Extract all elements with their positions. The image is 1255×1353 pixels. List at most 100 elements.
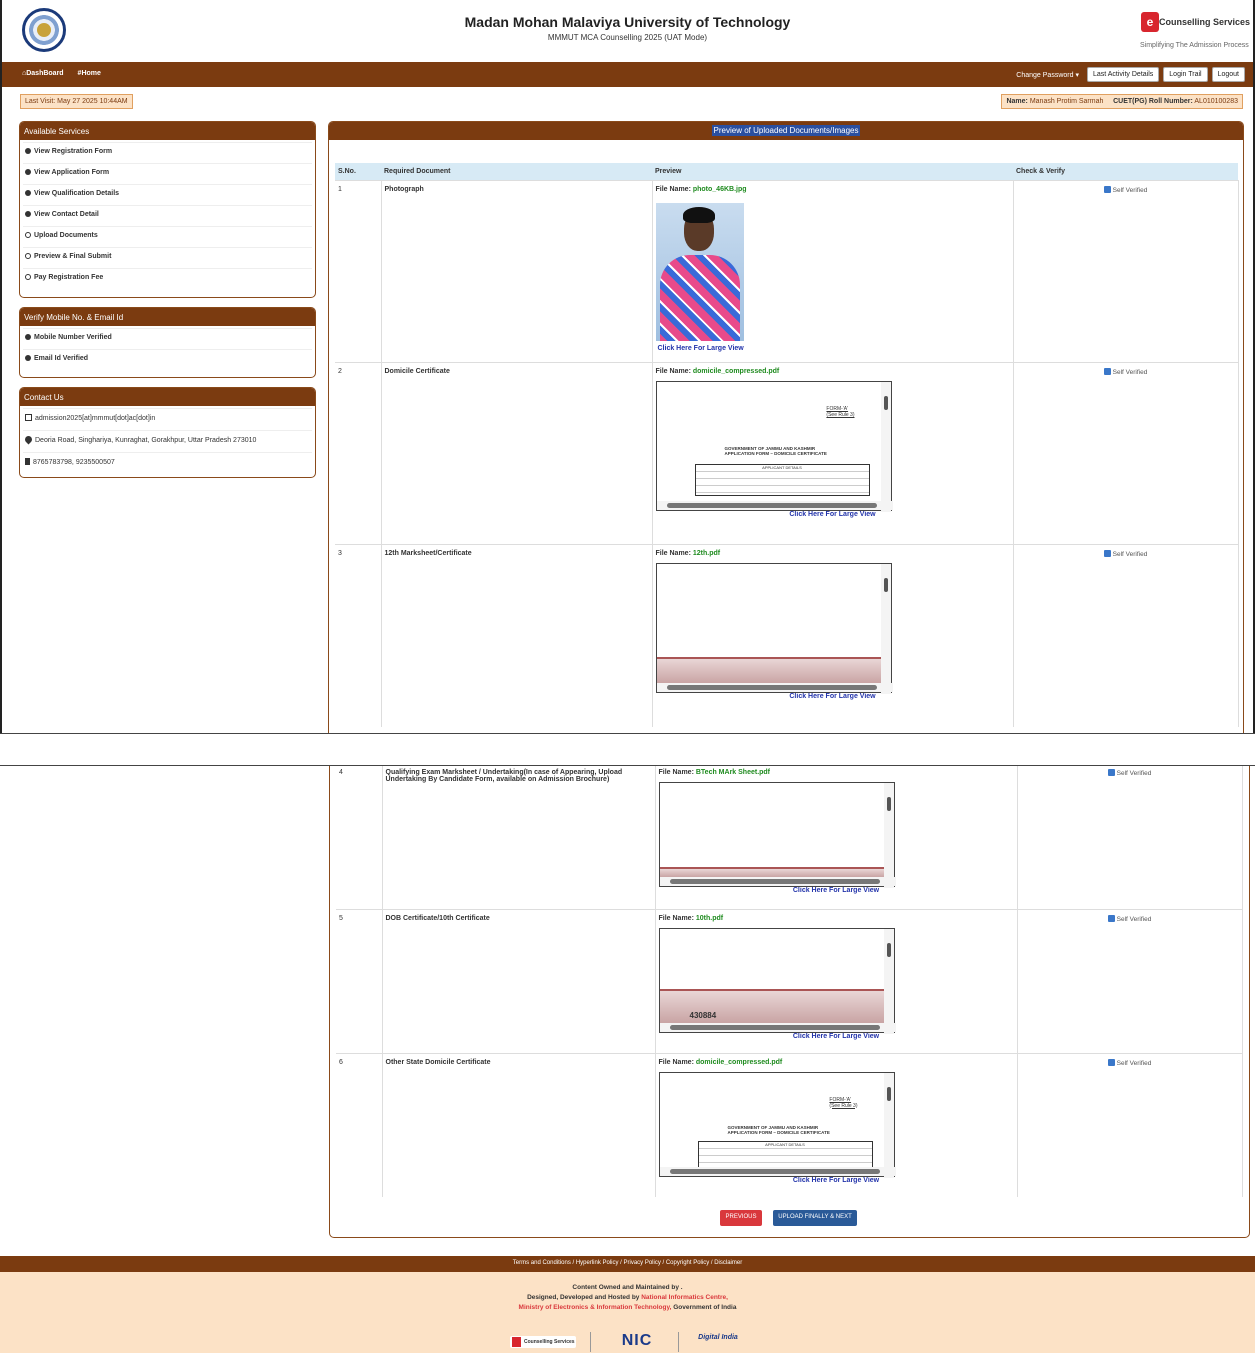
contact-panel: Contact Us admission2025[at]mmmut[dot]ac… [19,387,316,478]
self-verified-checkbox[interactable]: Self Verified [1017,186,1235,194]
service-view-contact[interactable]: View Contact Detail [23,205,312,224]
self-verified-label: Self Verified [1116,1059,1152,1067]
login-trail-button[interactable]: Login Trail [1163,67,1208,82]
university-title: Madan Mohan Malaviya University of Techn… [464,14,791,30]
self-verified-checkbox[interactable]: Self Verified [1021,769,1239,777]
footer-links[interactable]: Terms and Conditions / Hyperlink Policy … [0,1256,1255,1272]
col-preview: Preview [652,163,1013,181]
large-view-link[interactable]: Click Here For Large View [656,511,1010,518]
large-view-link[interactable]: Click Here For Large View [659,1033,1014,1040]
screenshot-top: Madan Mohan Malaviya University of Techn… [0,0,1255,734]
dashboard-link[interactable]: ⌂DashBoard [22,70,70,77]
pdf-form-title: GOVERNMENT OF JAMMU AND KASHMIR APPLICATI… [728,1125,830,1135]
large-view-link[interactable]: Click Here For Large View [659,1177,1014,1184]
self-verified-checkbox[interactable]: Self Verified [1017,550,1235,558]
row-preview: File Name: 12th.pdf Click Here For Large… [652,544,1014,727]
self-verified-checkbox[interactable]: Self Verified [1021,1058,1239,1067]
empty-circle-icon [25,232,31,238]
services-panel-title: Available Services [20,122,315,140]
pdf-see-rule: (See Rule 3) [826,412,855,418]
table-row: 1 Photograph File Name: photo_46KB.jpg C… [335,180,1239,363]
file-label: File Name: [658,769,694,776]
row-document: Domicile Certificate [381,362,653,545]
previous-button[interactable]: PREVIOUS [720,1210,762,1226]
available-services-panel: Available Services View Registration For… [19,121,316,298]
vertical-scrollbar[interactable] [880,564,891,694]
nic-link[interactable]: National Informatics Centre, [641,1294,728,1301]
vertical-scrollbar[interactable] [883,1072,894,1178]
site-header: Madan Mohan Malaviya University of Techn… [0,0,1255,62]
self-verified-checkbox[interactable]: Self Verified [1021,914,1239,923]
checkbox-checked-icon [1103,550,1111,557]
mobile-verified-item: Mobile Number Verified [23,328,312,347]
file-label: File Name: [655,186,691,193]
service-label: View Application Form [34,169,110,176]
horizontal-scrollbar[interactable] [659,877,896,886]
horizontal-scrollbar[interactable] [656,501,893,510]
vertical-scrollbar[interactable] [883,783,894,888]
counselling-footer-logo-text: Counselling Services [524,1339,575,1345]
nic-logo: NIC [621,1332,653,1349]
self-verified-label: Self Verified [1116,915,1152,923]
service-label: View Registration Form [34,148,113,155]
ministry-link[interactable]: Ministry of Electronics & Information Te… [519,1304,672,1311]
service-preview-submit[interactable]: Preview & Final Submit [23,247,312,266]
horizontal-scrollbar[interactable] [659,1022,896,1032]
row-sno: 6 [336,1052,383,1197]
last-activity-button[interactable]: Last Activity Details [1086,67,1160,82]
col-sno: S.No. [335,163,381,181]
row-preview: File Name: domicile_compressed.pdf FORM-… [652,362,1014,545]
pdf-viewer[interactable] [655,563,893,694]
vertical-scrollbar[interactable] [880,382,891,512]
service-upload-documents[interactable]: Upload Documents [23,226,312,245]
row-document: Photograph [381,180,653,363]
service-label: View Contact Detail [34,211,99,218]
service-view-registration[interactable]: View Registration Form [23,142,312,161]
pdf-see-rule: (See Rule 3) [829,1102,858,1109]
pdf-viewer[interactable]: FORM-'A' (See Rule 3) GOVERNMENT OF JAMMU… [655,381,893,512]
check-circle-icon [25,211,31,217]
file-label: File Name: [658,1058,694,1066]
table-row: 2 Domicile Certificate File Name: domici… [335,362,1239,545]
verify-label: Email Id Verified [34,355,89,362]
nav-right: Change Password ▾ Last Activity Details … [1016,67,1245,82]
pdf-viewer[interactable]: FORM-'A' (See Rule 3) GOVERNMENT OF JAMMU… [658,1071,896,1178]
self-verified-label: Self Verified [1112,369,1148,376]
upload-finally-next-button[interactable]: UPLOAD FINALLY & NEXT [773,1210,857,1226]
file-name: File Name: BTech MArk Sheet.pdf [659,769,1014,776]
large-view-link[interactable]: Click Here For Large View [656,693,1010,700]
horizontal-scrollbar[interactable] [656,683,893,692]
file-name-value: 10th.pdf [695,914,724,922]
pdf-viewer[interactable] [658,782,896,888]
horizontal-scrollbar[interactable] [659,1166,896,1176]
checkbox-checked-icon [1103,368,1111,375]
screenshot-gap [0,734,1255,765]
large-view-link[interactable]: Click Here For Large View [659,887,1014,894]
roll-number: AL010100283 [1194,98,1238,105]
footer-designed-prefix: Designed, Developed and Hosted by [527,1294,640,1301]
empty-circle-icon [25,274,31,280]
change-password-link[interactable]: Change Password ▾ [1016,71,1079,79]
counselling-logo-tagline: Simplifying The Admission Process [1140,42,1249,49]
pdf-applicant-details: APPLICANT DETAILS [698,1141,872,1147]
service-view-qualification[interactable]: View Qualification Details [23,184,312,203]
footer-goi: Government of India [673,1304,737,1311]
counselling-logo-icon: e [1141,12,1159,32]
counselling-services-logo: e Counselling Services Simplifying The A… [1137,12,1250,52]
row-document: 12th Marksheet/Certificate [381,544,653,727]
check-circle-icon [25,169,31,175]
large-view-link[interactable]: Click Here For Large View [656,345,1010,352]
service-view-application[interactable]: View Application Form [23,163,312,182]
photo-hair [682,207,715,223]
self-verified-checkbox[interactable]: Self Verified [1017,368,1235,376]
envelope-icon [25,414,32,421]
home-link[interactable]: #Home [78,70,107,77]
pdf-viewer[interactable]: 430884 [658,927,896,1034]
pdf-form-table: APPLICANT DETAILS [694,464,870,496]
footer-logos: Counselling Services NIC Digital India [510,1332,770,1352]
logout-button[interactable]: Logout [1211,67,1245,82]
service-pay-fee[interactable]: Pay Registration Fee [23,268,312,287]
table-row: 6 Other State Domicile Certificate File … [336,1052,1243,1197]
row-sno: 4 [336,766,383,909]
vertical-scrollbar[interactable] [883,928,894,1034]
